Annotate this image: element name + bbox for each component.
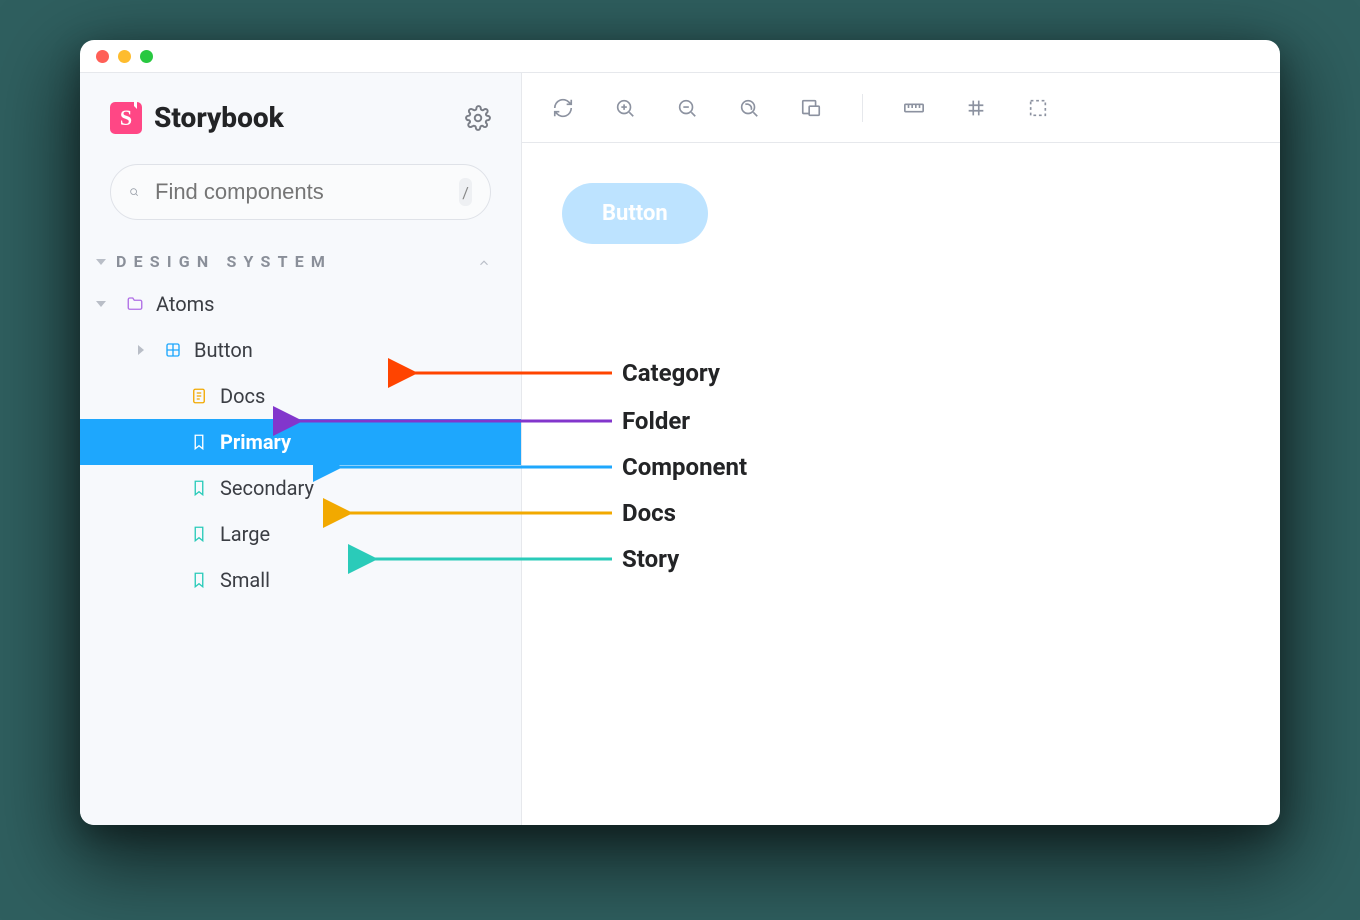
chevron-right-icon xyxy=(138,345,144,355)
document-icon xyxy=(190,387,208,405)
storybook-logo-icon: S xyxy=(110,102,142,134)
search-shortcut: / xyxy=(459,178,472,206)
folder-label: Atoms xyxy=(156,292,215,316)
story-label: Primary xyxy=(220,430,291,454)
annotation-category: Category xyxy=(622,359,720,387)
folder-icon xyxy=(126,295,144,313)
docs-label: Docs xyxy=(220,384,265,408)
zoom-out-icon[interactable] xyxy=(676,97,698,119)
search-input[interactable]: / xyxy=(110,164,491,220)
sidebar-category[interactable]: DESIGN SYSTEM xyxy=(80,242,521,281)
maximize-icon[interactable] xyxy=(140,50,153,63)
viewport-icon[interactable] xyxy=(800,97,822,119)
sidebar-story-primary[interactable]: Primary xyxy=(80,419,521,465)
sidebar-folder-atoms[interactable]: Atoms xyxy=(80,281,521,327)
annotation-docs: Docs xyxy=(622,499,676,527)
canvas: Button xyxy=(522,143,1280,284)
gear-icon[interactable] xyxy=(465,105,491,131)
grid-icon[interactable] xyxy=(965,97,987,119)
sidebar: S Storybook / DESIGN SYSTEM A xyxy=(80,72,522,825)
sidebar-docs[interactable]: Docs xyxy=(80,373,521,419)
annotation-story: Story xyxy=(622,545,679,573)
chevron-down-icon xyxy=(96,259,106,265)
preview-toolbar xyxy=(522,73,1280,143)
brand-row: S Storybook xyxy=(80,73,521,144)
preview-pane: Button Category Folder Component xyxy=(522,72,1280,825)
sidebar-story-small[interactable]: Small xyxy=(80,557,521,603)
storybook-window: S Storybook / DESIGN SYSTEM A xyxy=(80,40,1280,825)
toolbar-separator xyxy=(862,94,863,122)
measure-icon[interactable] xyxy=(903,97,925,119)
app-title: Storybook xyxy=(154,101,284,134)
component-label: Button xyxy=(194,338,253,362)
chevron-up-icon xyxy=(477,255,491,269)
bookmark-icon xyxy=(190,571,208,589)
minimize-icon[interactable] xyxy=(118,50,131,63)
preview-button[interactable]: Button xyxy=(562,183,708,244)
bookmark-icon xyxy=(190,479,208,497)
sidebar-component-button[interactable]: Button xyxy=(80,327,521,373)
window-titlebar xyxy=(80,40,1280,72)
sidebar-story-large[interactable]: Large xyxy=(80,511,521,557)
search-icon xyxy=(129,182,139,202)
outline-icon[interactable] xyxy=(1027,97,1049,119)
sidebar-story-secondary[interactable]: Secondary xyxy=(80,465,521,511)
component-icon xyxy=(164,341,182,359)
story-label: Secondary xyxy=(220,476,314,500)
bookmark-icon xyxy=(190,525,208,543)
search-field[interactable] xyxy=(153,178,445,206)
category-label: DESIGN SYSTEM xyxy=(116,252,477,271)
story-label: Large xyxy=(220,522,270,546)
zoom-in-icon[interactable] xyxy=(614,97,636,119)
bookmark-icon xyxy=(190,433,208,451)
zoom-reset-icon[interactable] xyxy=(738,97,760,119)
chevron-down-icon xyxy=(96,301,106,307)
sync-icon[interactable] xyxy=(552,97,574,119)
close-icon[interactable] xyxy=(96,50,109,63)
story-label: Small xyxy=(220,568,270,592)
annotation-folder: Folder xyxy=(622,407,690,435)
annotation-component: Component xyxy=(622,453,747,481)
